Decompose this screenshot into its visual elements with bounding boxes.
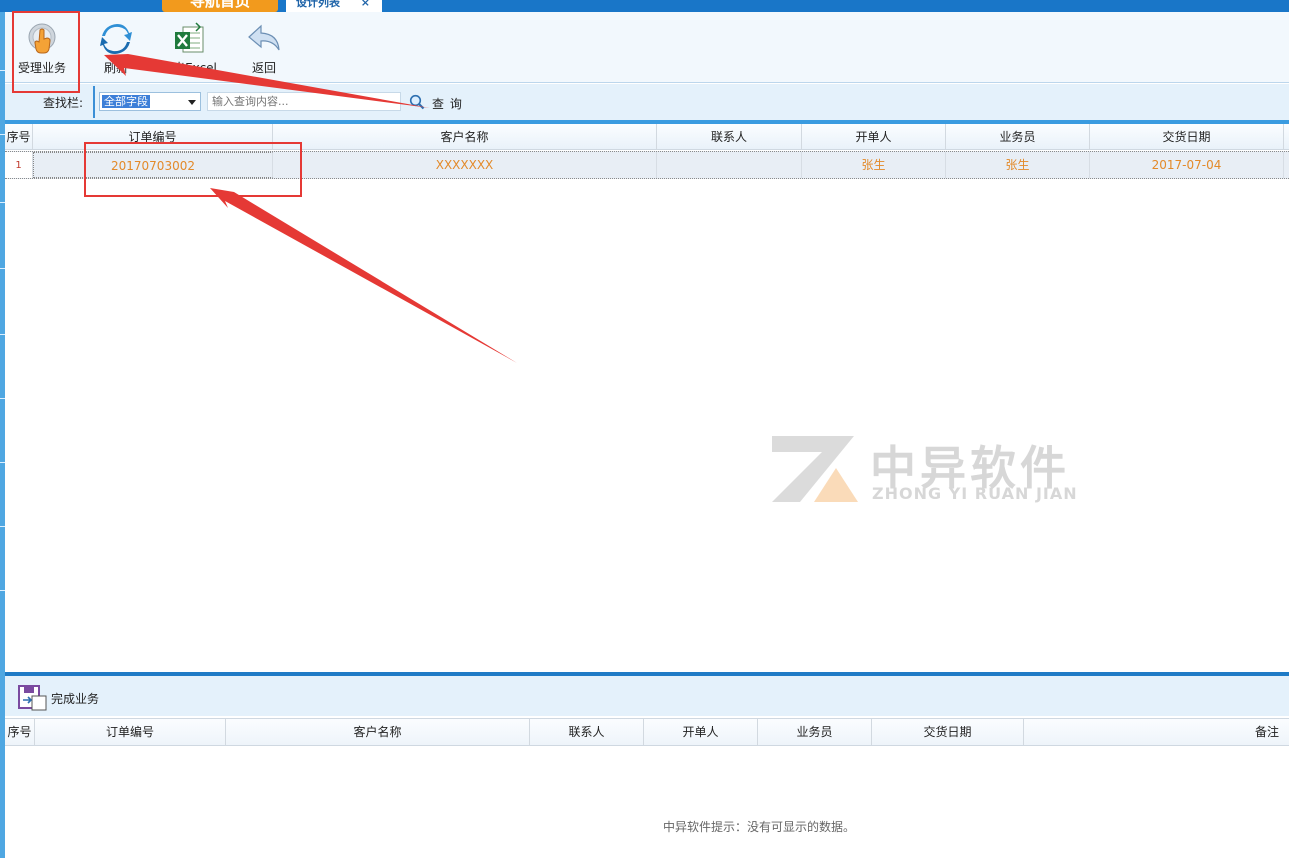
column-header[interactable]: 订单编号 [35,719,226,745]
left-rail-divider [0,202,5,203]
order-number-cell[interactable]: 20170703002 [33,152,273,178]
column-header[interactable]: 开单人 [644,719,758,745]
search-button-label: 查 询 [432,97,463,111]
search-field-select[interactable]: 全部字段 [99,92,201,111]
completed-grid-header: 序号 订单编号 客户名称 联系人 开单人 业务员 交货日期 备注 [5,718,1289,746]
column-header[interactable]: 联系人 [530,719,644,745]
logo-mark [772,436,858,502]
search-bar-divider [93,86,95,118]
left-rail-divider [0,526,5,527]
left-rail-divider [0,398,5,399]
column-header[interactable]: 交货日期 [872,719,1024,745]
search-button[interactable]: 查 询 [409,92,469,112]
column-header[interactable]: 序号 [5,124,33,149]
accept-business-button[interactable]: 受理业务 [7,22,77,78]
column-header[interactable]: 客户名称 [273,124,657,149]
tab-design-list[interactable]: 设计列表 × [286,0,382,12]
tab-design-list-label: 设计列表 [296,0,340,9]
column-header[interactable]: 交货日期 [1090,124,1284,149]
left-rail-divider [0,334,5,335]
back-arrow-icon [248,24,280,51]
tab-home[interactable]: 导航首页 [162,0,278,12]
back-label: 返回 [251,61,276,75]
search-input[interactable] [207,92,401,111]
export-excel-label: 导出Excel [161,61,217,75]
column-header[interactable]: 联系人 [657,124,802,149]
column-header[interactable]: 订单编号 [33,124,273,149]
watermark-logo: 中异软件 ZHONG YI RUAN JIAN [770,434,1116,506]
watermark-en: ZHONG YI RUAN JIAN [872,484,1078,503]
refresh-button[interactable]: 刷新 [81,22,151,78]
customer-cell[interactable]: XXXXXXX [273,152,657,178]
column-header[interactable]: 备注 [1024,719,1289,745]
left-rail-divider [0,590,5,591]
column-header[interactable]: 客户名称 [226,719,530,745]
close-icon[interactable]: × [361,0,370,12]
back-button[interactable]: 返回 [229,22,299,78]
search-bar-label: 查找栏: [43,96,84,110]
left-rail-divider [0,268,5,269]
empty-data-message: 中异软件提示：没有可显示的数据。 [663,820,856,834]
left-rail-divider [0,462,5,463]
column-header[interactable]: 开单人 [802,124,946,149]
complete-business-label: 完成业务 [51,692,100,706]
column-header[interactable]: 业务员 [758,719,872,745]
column-header[interactable]: 序号 [5,719,35,745]
issuer-cell[interactable]: 张生 [802,152,946,178]
app-window: 导航首页 设计列表 × 受理业务 刷新 导出Excel 返回 查找栏: 全部字段… [0,0,1289,858]
search-bar: 查找栏: 全部字段 查 询 [5,84,1289,120]
column-header[interactable]: 业务员 [946,124,1090,149]
toolbar: 受理业务 刷新 导出Excel 返回 [5,12,1289,83]
bottom-toolbar: 完成业务 [5,676,1289,716]
chevron-down-icon[interactable] [188,100,196,105]
excel-icon [175,22,204,53]
table-row[interactable]: 1 20170703002 XXXXXXX 张生 张生 2017-07-04 [5,151,1289,179]
export-excel-button[interactable]: 导出Excel [154,22,224,78]
refresh-label: 刷新 [103,61,128,75]
delivery-date-cell[interactable]: 2017-07-04 [1090,152,1284,178]
orders-grid-header: 序号 订单编号 客户名称 联系人 开单人 业务员 交货日期 [5,124,1289,150]
save-icon [18,685,47,711]
contact-cell[interactable] [657,152,802,178]
accept-business-label: 受理业务 [17,61,66,75]
row-index: 1 [5,152,33,178]
salesman-cell[interactable]: 张生 [946,152,1090,178]
search-field-selected: 全部字段 [102,95,150,108]
hand-pointer-icon [28,23,56,54]
refresh-icon [100,24,132,54]
magnifier-icon [409,94,425,110]
annotation-arrow-order [210,188,517,363]
